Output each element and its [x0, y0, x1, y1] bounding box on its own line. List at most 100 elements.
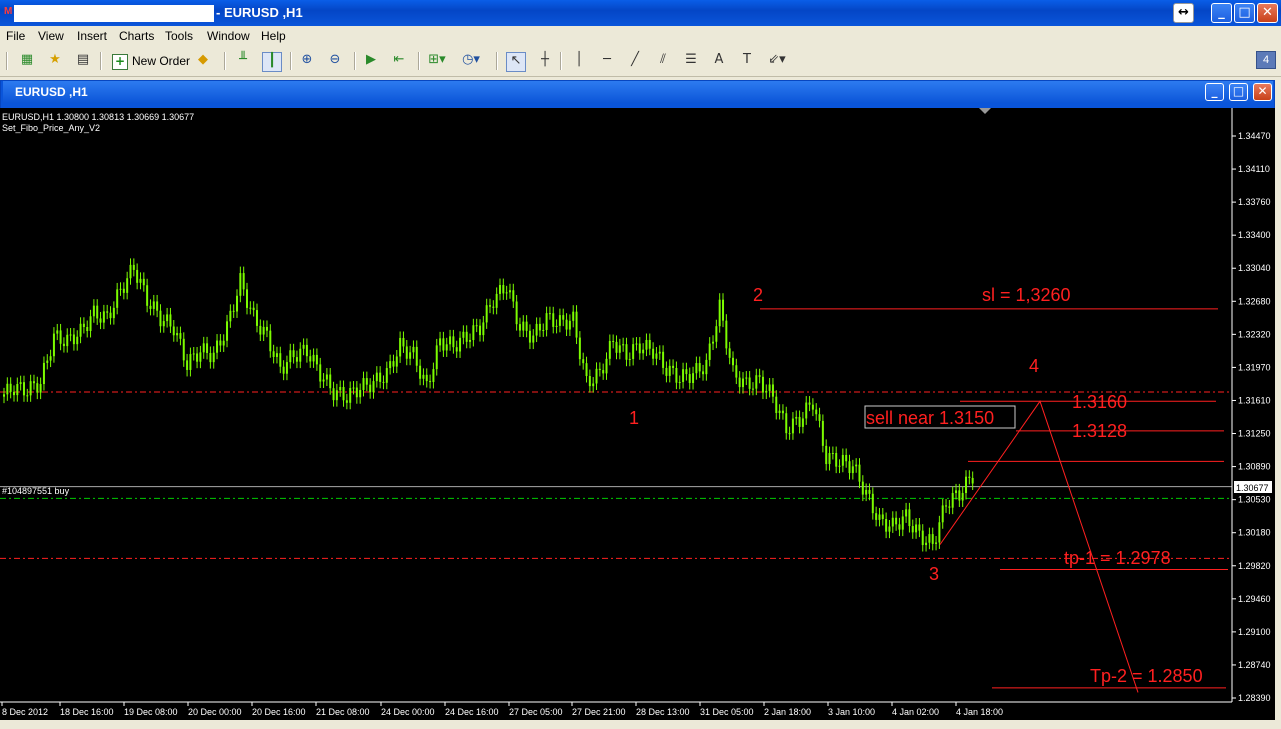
price-chart[interactable]: 1.34470 1.34110 1.33760 1.33400 1.33040 1.326…	[0, 108, 1275, 720]
candle-body	[49, 356, 52, 361]
candle-body	[36, 383, 39, 393]
arrows-icon[interactable]: ⇙▾	[768, 52, 786, 70]
candle-body	[19, 382, 22, 385]
menu-file[interactable]: File	[6, 29, 25, 43]
candle-body	[605, 358, 608, 374]
x-tick-label: 20 Dec 16:00	[252, 707, 306, 717]
candle-body	[745, 377, 748, 379]
candle-body	[851, 466, 854, 474]
candle-body	[39, 384, 42, 393]
stop-loss-label: sl = 1,3260	[982, 285, 1071, 305]
candle-body	[322, 379, 325, 382]
chart-shift-icon[interactable]: ⇤	[390, 52, 408, 70]
profiles-icon[interactable]: ★	[46, 52, 64, 70]
candle-body	[905, 509, 908, 517]
bar-chart-icon[interactable]: ╨	[234, 52, 252, 70]
cursor-icon[interactable]: ↖	[506, 52, 526, 72]
candle-body	[562, 315, 565, 320]
candle-body	[179, 333, 182, 339]
candle-body	[255, 310, 258, 326]
chart-minimize-button[interactable]: _	[1205, 83, 1224, 101]
wave-label-4: 4	[1029, 356, 1039, 376]
menu-insert[interactable]: Insert	[77, 29, 107, 43]
x-tick-label: 31 Dec 05:00	[700, 707, 754, 717]
candle-body	[449, 336, 452, 345]
menu-window[interactable]: Window	[207, 29, 250, 43]
new-order-button[interactable]: + New Order	[108, 51, 194, 71]
maximize-button[interactable]: □	[1234, 3, 1255, 23]
toolbar-separator	[418, 52, 420, 70]
menu-help[interactable]: Help	[261, 29, 286, 43]
y-tick-label: 1.30890	[1238, 462, 1271, 472]
candle-body	[628, 358, 631, 360]
candle-body	[295, 357, 298, 362]
toolbar-separator	[100, 52, 102, 70]
candle-body	[109, 312, 112, 319]
candle-body	[712, 341, 715, 344]
indicators-icon[interactable]: ⊞▾	[428, 52, 446, 70]
candle-body	[442, 338, 445, 351]
text-icon[interactable]: A	[710, 52, 728, 70]
candle-body	[612, 340, 615, 342]
candle-body	[152, 301, 155, 309]
chart-area[interactable]: 1.34470 1.34110 1.33760 1.33400 1.33040 1.326…	[0, 108, 1275, 720]
candle-body	[958, 490, 961, 501]
candle-body	[162, 321, 165, 327]
chart-info-line: EURUSD,H1 1.30800 1.30813 1.30669 1.3067…	[2, 112, 194, 122]
candle-body	[622, 344, 625, 346]
auto-scroll-icon[interactable]: ▶	[362, 52, 380, 70]
badge-count[interactable]: 4	[1256, 51, 1276, 69]
candle-body	[692, 373, 695, 383]
candle-body	[512, 290, 515, 302]
candle-body	[658, 351, 661, 354]
candle-body	[925, 542, 928, 546]
toolbar-separator	[224, 52, 226, 70]
menu-view[interactable]: View	[38, 29, 64, 43]
chart-maximize-button[interactable]: □	[1229, 83, 1248, 101]
navigator-icon[interactable]: ▤	[74, 52, 92, 70]
x-tick-label: 3 Jan 10:00	[828, 707, 875, 717]
candle-body	[888, 526, 891, 532]
close-button[interactable]: ✕	[1257, 3, 1278, 23]
candle-body	[588, 376, 591, 387]
new-chart-icon[interactable]: ▦	[18, 52, 36, 70]
zoom-in-icon[interactable]: ⊕	[298, 52, 316, 70]
candle-body	[761, 376, 764, 393]
menu-tools[interactable]: Tools	[165, 29, 193, 43]
candle-body	[52, 333, 55, 357]
trendline-icon[interactable]: ╱	[626, 52, 644, 70]
zoom-out-icon[interactable]: ⊖	[326, 52, 344, 70]
toolbar: ▦ ★ ▤ + New Order ◆ ╨ ┃ ⊕ ⊖ ▶ ⇤ ⊞▾ ◷▾ ↖ ┼…	[0, 46, 1281, 77]
fibonacci-icon[interactable]: ☰	[682, 52, 700, 70]
candle-body	[455, 347, 458, 352]
minimize-button[interactable]: _	[1211, 3, 1232, 23]
menu-charts[interactable]: Charts	[119, 29, 154, 43]
candle-body	[672, 365, 675, 368]
candle-body	[821, 420, 824, 446]
chart-close-button[interactable]: ✕	[1253, 83, 1272, 101]
equidistant-channel-icon[interactable]: ⫽	[654, 52, 672, 70]
candle-body	[92, 305, 95, 317]
restore-arrows-button[interactable]: ↔	[1173, 3, 1194, 23]
candle-body	[915, 524, 918, 533]
candle-body	[459, 337, 462, 352]
menu-bar: File View Insert Charts Tools Window Hel…	[0, 26, 1281, 46]
candlestick-icon[interactable]: ┃	[262, 52, 282, 72]
chart-shift-marker[interactable]	[979, 108, 991, 114]
candle-body	[751, 388, 754, 390]
candle-body	[785, 413, 788, 434]
crosshair-icon[interactable]: ┼	[536, 52, 554, 70]
periods-icon[interactable]: ◷▾	[462, 52, 480, 70]
candle-body	[928, 534, 931, 543]
text-label-icon[interactable]: T	[738, 52, 756, 70]
window-title: - EURUSD ,H1	[216, 5, 303, 20]
horizontal-line-icon[interactable]: ─	[598, 52, 616, 70]
expert-advisors-icon[interactable]: ◆	[194, 52, 212, 70]
candle-body	[392, 361, 395, 367]
candle-body	[558, 315, 561, 326]
x-tick-label: 21 Dec 08:00	[316, 707, 370, 717]
vertical-line-icon[interactable]: │	[570, 52, 588, 70]
candle-body	[595, 368, 598, 384]
candle-body	[352, 387, 355, 389]
candle-body	[698, 363, 701, 372]
